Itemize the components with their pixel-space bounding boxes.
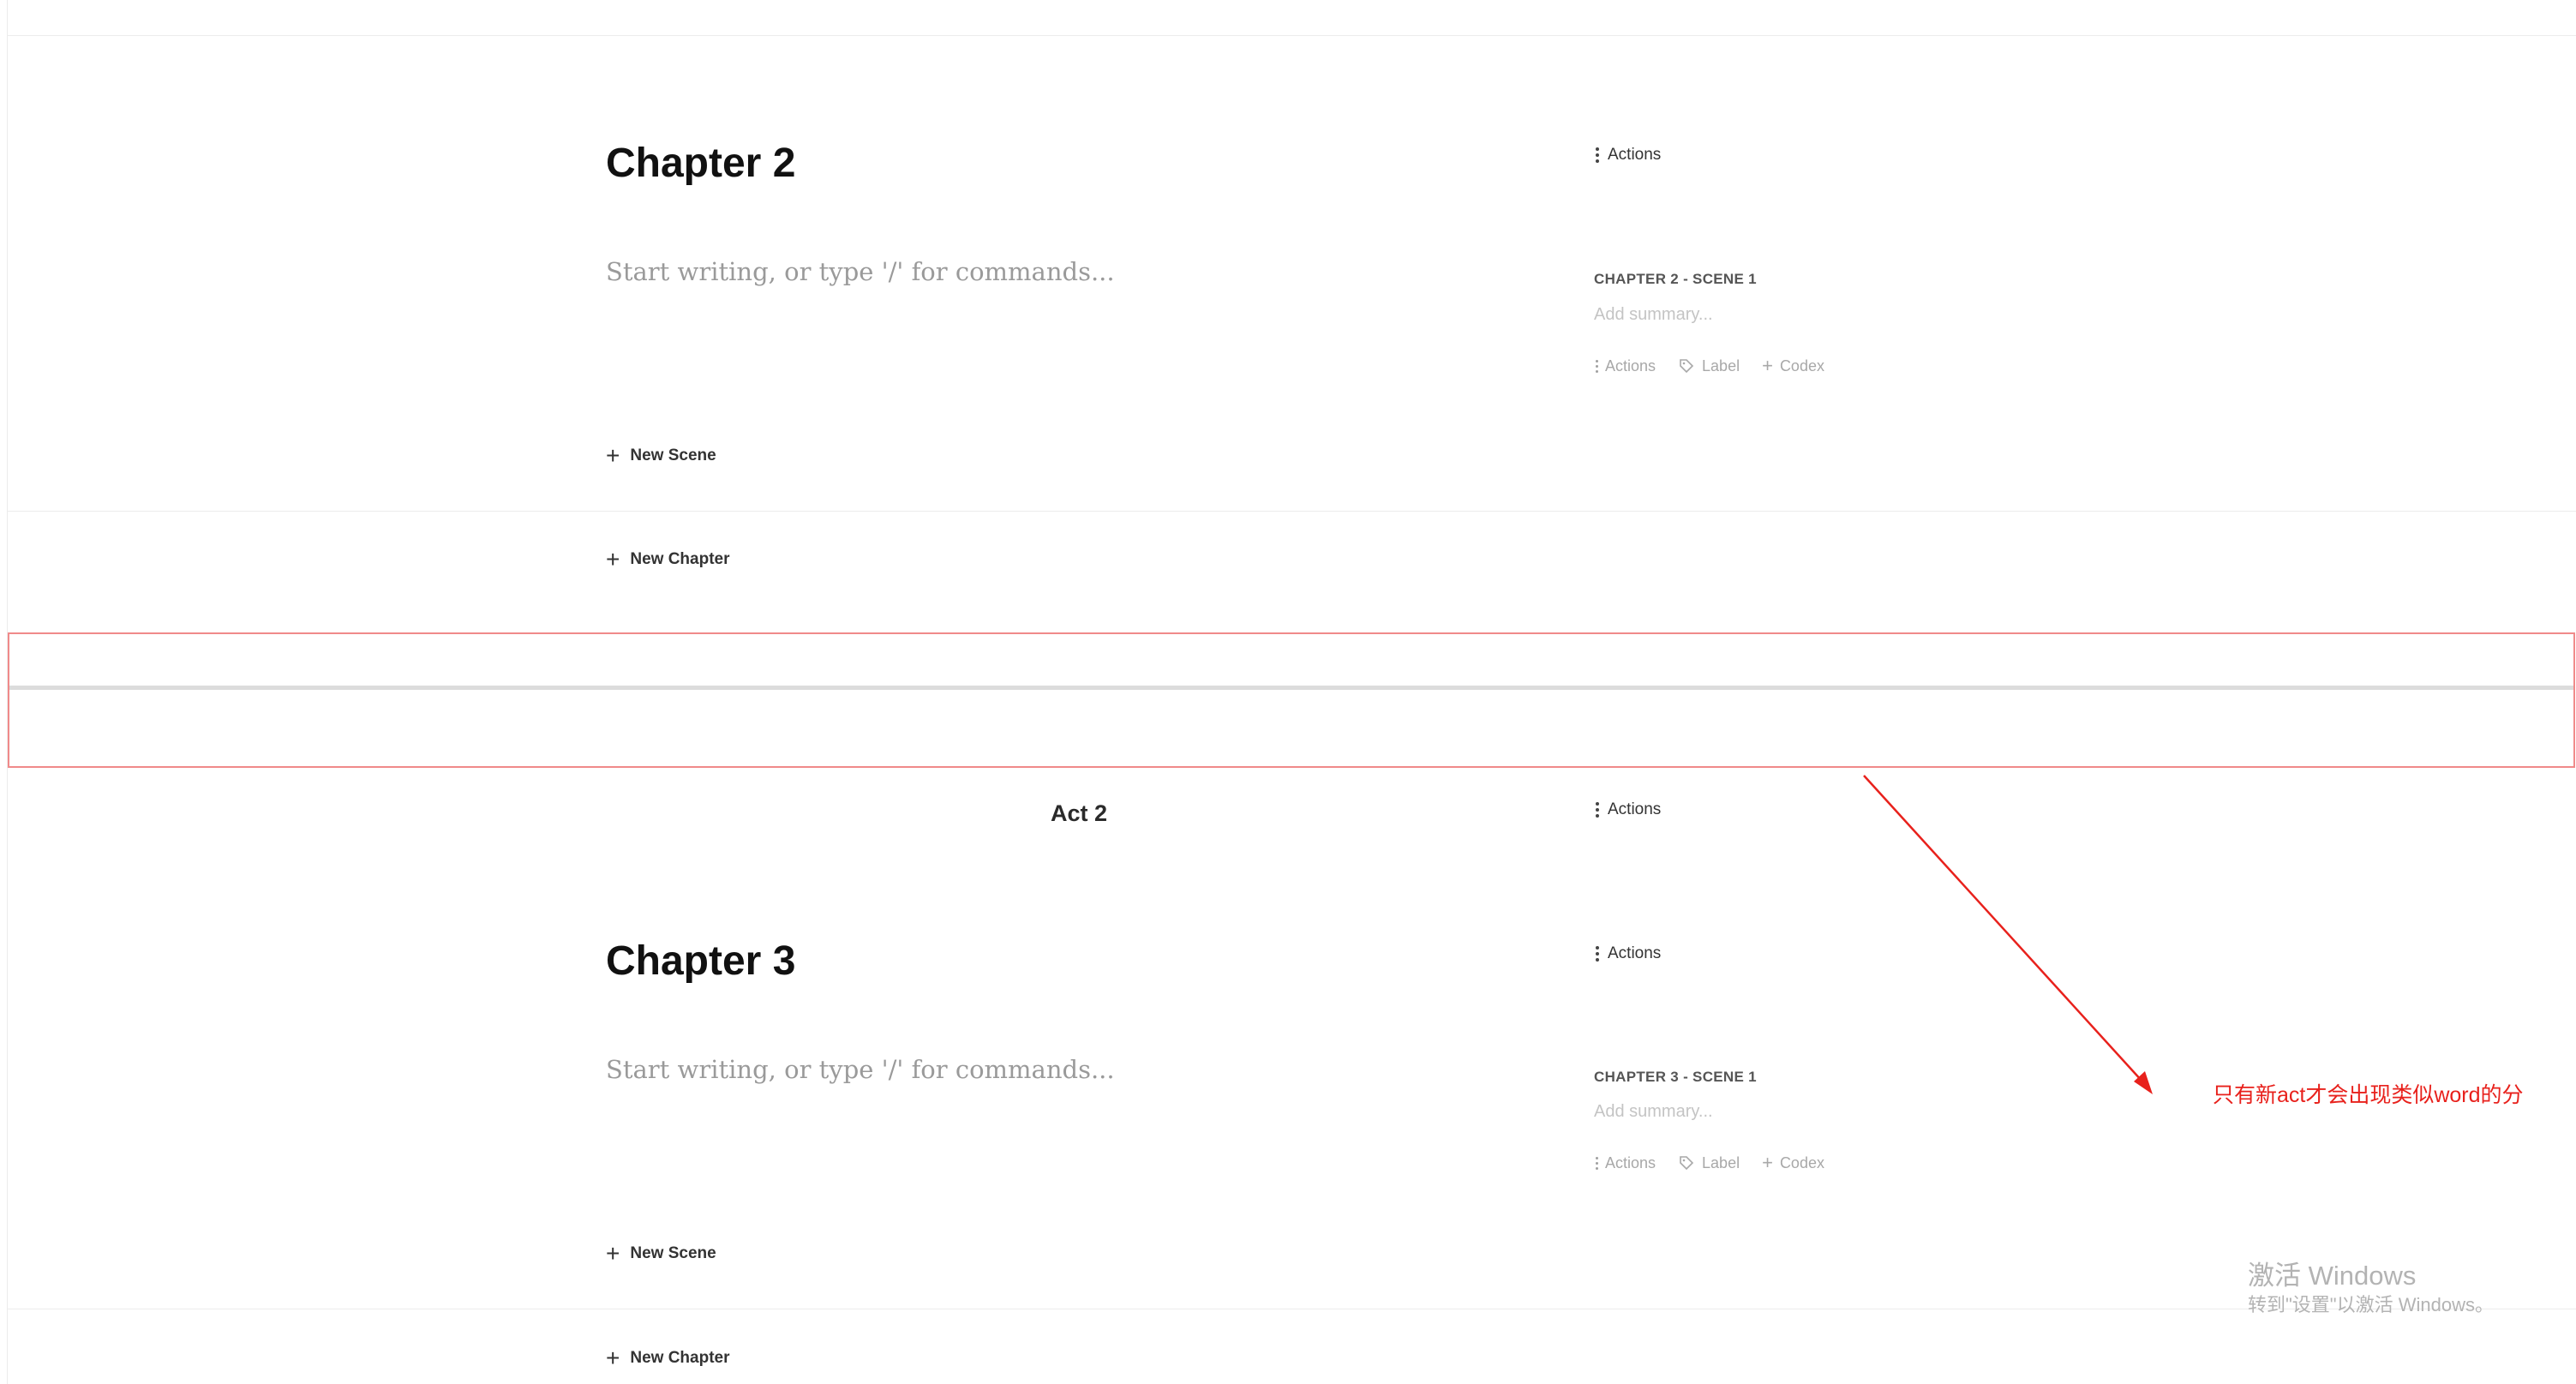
activation-watermark-subtitle: 转到"设置"以激活 Windows。 <box>2248 1294 2494 1315</box>
annotation-text: 只有新act才会出现类似word的分 <box>2213 1083 2524 1107</box>
activation-watermark-title: 激活 Windows <box>2248 1261 2417 1291</box>
annotation-arrow-icon <box>1863 775 2153 1094</box>
